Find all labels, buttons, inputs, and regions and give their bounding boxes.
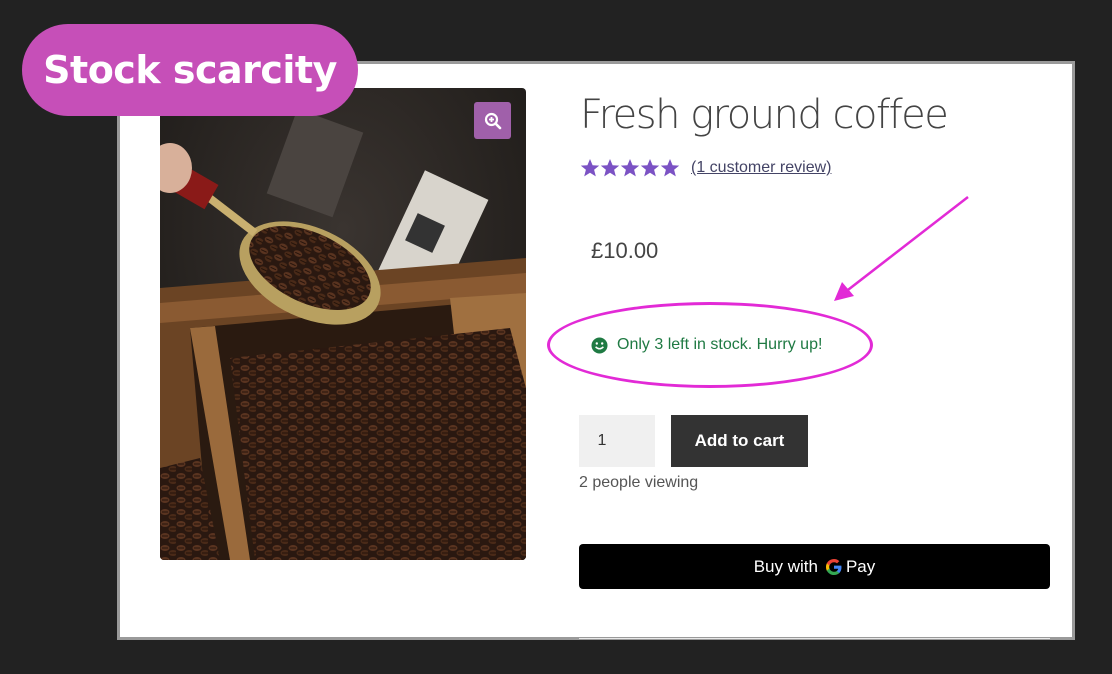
- star-icon: [580, 159, 600, 177]
- product-title: Fresh ground coffee: [580, 92, 949, 138]
- google-g-icon: [825, 558, 842, 575]
- product-rating: (1 customer review): [580, 158, 831, 178]
- pay-label: Pay: [845, 556, 876, 576]
- star-icon: [660, 159, 680, 177]
- stock-notice: Only 3 left in stock. Hurry up!: [591, 336, 822, 354]
- quantity-input[interactable]: [579, 415, 655, 467]
- star-icon: [620, 159, 640, 177]
- stock-text: Only 3 left in stock. Hurry up!: [617, 336, 823, 353]
- buy-with-label: Buy with: [753, 556, 818, 576]
- zoom-button[interactable]: [474, 102, 511, 139]
- highlight-arrow: [834, 196, 969, 301]
- google-pay-button[interactable]: Buy with Pay: [579, 544, 1050, 589]
- coffee-beans-photo: [160, 88, 526, 560]
- review-link[interactable]: (1 customer review): [691, 159, 831, 177]
- product-price: £10.00: [591, 238, 659, 263]
- star-icon: [600, 159, 620, 177]
- star-icon: [640, 159, 660, 177]
- add-to-cart-button[interactable]: Add to cart: [671, 415, 808, 467]
- viewers-count: 2 people viewing: [579, 474, 699, 491]
- feature-badge: Stock scarcity: [22, 24, 358, 116]
- product-image[interactable]: [160, 88, 526, 560]
- zoom-in-icon: [484, 112, 501, 129]
- smiley-icon: [591, 337, 608, 353]
- rating-stars: [580, 158, 680, 178]
- divider: [579, 638, 1050, 639]
